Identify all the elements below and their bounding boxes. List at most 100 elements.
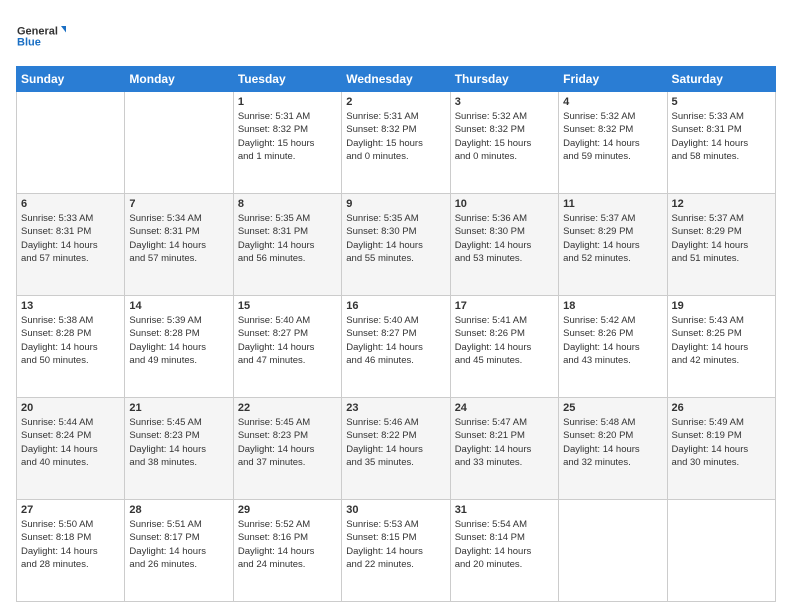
- day-cell-30: 30 Sunrise: 5:53 AM Sunset: 8:15 PM Dayli…: [342, 500, 450, 602]
- page: General Blue SundayMondayTuesdayWednesda…: [0, 0, 792, 612]
- day-info-13: Sunrise: 5:38 AM Sunset: 8:28 PM Dayligh…: [21, 314, 120, 367]
- day-cell-7: 7Sunrise: 5:34 AM Sunset: 8:31 PM Daylig…: [125, 194, 233, 296]
- day-cell-11: 11 Sunrise: 5:37 AM Sunset: 8:29 PM Dayli…: [559, 194, 667, 296]
- day-number-28: 28: [129, 504, 228, 516]
- day-cell-10: 10Sunrise: 5:36 AM Sunset: 8:30 PM Dayli…: [450, 194, 558, 296]
- week-row-2: 6 Sunrise: 5:33 AM Sunset: 8:31 PM Daylig…: [17, 194, 776, 296]
- day-info-9: Sunrise: 5:35 AM Sunset: 8:30 PM Dayligh…: [346, 212, 445, 265]
- day-cell-25: 25 Sunrise: 5:48 AM Sunset: 8:20 PM Dayli…: [559, 398, 667, 500]
- day-info-29: Sunrise: 5:52 AM Sunset: 8:16 PM Dayligh…: [238, 518, 337, 571]
- day-number-15: 15: [238, 300, 337, 312]
- day-cell-3: 3 Sunrise: 5:32 AM Sunset: 8:32 PM Daylig…: [450, 92, 558, 194]
- day-info-5: Sunrise: 5:33 AM Sunset: 8:31 PM Dayligh…: [672, 110, 771, 163]
- day-info-30: Sunrise: 5:53 AM Sunset: 8:15 PM Dayligh…: [346, 518, 445, 571]
- day-cell-15: 15 Sunrise: 5:40 AM Sunset: 8:27 PM Dayli…: [233, 296, 341, 398]
- day-number-25: 25: [563, 402, 662, 414]
- day-cell-29: 29 Sunrise: 5:52 AM Sunset: 8:16 PM Dayli…: [233, 500, 341, 602]
- weekday-header-row: SundayMondayTuesdayWednesdayThursdayFrid…: [17, 67, 776, 92]
- day-cell-23: 23 Sunrise: 5:46 AM Sunset: 8:22 PM Dayli…: [342, 398, 450, 500]
- day-info-20: Sunrise: 5:44 AM Sunset: 8:24 PM Dayligh…: [21, 416, 120, 469]
- empty-cell: [125, 92, 233, 194]
- day-cell-24: 24 Sunrise: 5:47 AM Sunset: 8:21 PM Dayli…: [450, 398, 558, 500]
- day-number-30: 30: [346, 504, 445, 516]
- day-cell-27: 27Sunrise: 5:50 AM Sunset: 8:18 PM Dayli…: [17, 500, 125, 602]
- weekday-wednesday: Wednesday: [342, 67, 450, 92]
- day-info-18: Sunrise: 5:42 AM Sunset: 8:26 PM Dayligh…: [563, 314, 662, 367]
- weekday-friday: Friday: [559, 67, 667, 92]
- day-number-18: 18: [563, 300, 662, 312]
- day-number-22: 22: [238, 402, 337, 414]
- day-info-1: Sunrise: 5:31 AM Sunset: 8:32 PM Dayligh…: [238, 110, 337, 163]
- day-info-4: Sunrise: 5:32 AM Sunset: 8:32 PM Dayligh…: [563, 110, 662, 163]
- day-number-17: 17: [455, 300, 554, 312]
- day-info-15: Sunrise: 5:40 AM Sunset: 8:27 PM Dayligh…: [238, 314, 337, 367]
- day-cell-8: 8Sunrise: 5:35 AM Sunset: 8:31 PM Daylig…: [233, 194, 341, 296]
- day-cell-14: 14 Sunrise: 5:39 AM Sunset: 8:28 PM Dayli…: [125, 296, 233, 398]
- week-row-4: 20 Sunrise: 5:44 AM Sunset: 8:24 PM Dayli…: [17, 398, 776, 500]
- day-info-26: Sunrise: 5:49 AM Sunset: 8:19 PM Dayligh…: [672, 416, 771, 469]
- logo-svg: General Blue: [16, 16, 66, 56]
- day-info-25: Sunrise: 5:48 AM Sunset: 8:20 PM Dayligh…: [563, 416, 662, 469]
- day-cell-17: 17 Sunrise: 5:41 AM Sunset: 8:26 PM Dayli…: [450, 296, 558, 398]
- day-info-12: Sunrise: 5:37 AM Sunset: 8:29 PM Dayligh…: [672, 212, 771, 265]
- day-cell-6: 6 Sunrise: 5:33 AM Sunset: 8:31 PM Daylig…: [17, 194, 125, 296]
- week-row-5: 27Sunrise: 5:50 AM Sunset: 8:18 PM Dayli…: [17, 500, 776, 602]
- day-number-11: 11: [563, 198, 662, 210]
- day-info-17: Sunrise: 5:41 AM Sunset: 8:26 PM Dayligh…: [455, 314, 554, 367]
- day-number-23: 23: [346, 402, 445, 414]
- day-info-3: Sunrise: 5:32 AM Sunset: 8:32 PM Dayligh…: [455, 110, 554, 163]
- empty-cell: [17, 92, 125, 194]
- logo: General Blue: [16, 16, 66, 56]
- day-number-8: 8: [238, 198, 337, 210]
- weekday-monday: Monday: [125, 67, 233, 92]
- day-info-21: Sunrise: 5:45 AM Sunset: 8:23 PM Dayligh…: [129, 416, 228, 469]
- day-info-14: Sunrise: 5:39 AM Sunset: 8:28 PM Dayligh…: [129, 314, 228, 367]
- day-info-7: Sunrise: 5:34 AM Sunset: 8:31 PM Dayligh…: [129, 212, 228, 265]
- day-cell-2: 2Sunrise: 5:31 AM Sunset: 8:32 PM Daylig…: [342, 92, 450, 194]
- day-info-10: Sunrise: 5:36 AM Sunset: 8:30 PM Dayligh…: [455, 212, 554, 265]
- day-info-19: Sunrise: 5:43 AM Sunset: 8:25 PM Dayligh…: [672, 314, 771, 367]
- day-number-21: 21: [129, 402, 228, 414]
- day-cell-18: 18 Sunrise: 5:42 AM Sunset: 8:26 PM Dayli…: [559, 296, 667, 398]
- day-number-2: 2: [346, 96, 445, 108]
- empty-cell: [559, 500, 667, 602]
- day-number-3: 3: [455, 96, 554, 108]
- empty-cell: [667, 500, 775, 602]
- day-info-28: Sunrise: 5:51 AM Sunset: 8:17 PM Dayligh…: [129, 518, 228, 571]
- day-cell-16: 16Sunrise: 5:40 AM Sunset: 8:27 PM Dayli…: [342, 296, 450, 398]
- day-number-5: 5: [672, 96, 771, 108]
- day-number-31: 31: [455, 504, 554, 516]
- svg-text:Blue: Blue: [17, 37, 41, 49]
- day-number-14: 14: [129, 300, 228, 312]
- day-number-6: 6: [21, 198, 120, 210]
- day-cell-1: 1Sunrise: 5:31 AM Sunset: 8:32 PM Daylig…: [233, 92, 341, 194]
- day-cell-22: 22 Sunrise: 5:45 AM Sunset: 8:23 PM Dayli…: [233, 398, 341, 500]
- svg-text:General: General: [17, 26, 58, 38]
- weekday-saturday: Saturday: [667, 67, 775, 92]
- day-info-16: Sunrise: 5:40 AM Sunset: 8:27 PM Dayligh…: [346, 314, 445, 367]
- day-cell-19: 19Sunrise: 5:43 AM Sunset: 8:25 PM Dayli…: [667, 296, 775, 398]
- day-cell-31: 31 Sunrise: 5:54 AM Sunset: 8:14 PM Dayli…: [450, 500, 558, 602]
- day-cell-28: 28 Sunrise: 5:51 AM Sunset: 8:17 PM Dayli…: [125, 500, 233, 602]
- day-info-22: Sunrise: 5:45 AM Sunset: 8:23 PM Dayligh…: [238, 416, 337, 469]
- header: General Blue: [16, 16, 776, 56]
- day-info-23: Sunrise: 5:46 AM Sunset: 8:22 PM Dayligh…: [346, 416, 445, 469]
- day-cell-20: 20 Sunrise: 5:44 AM Sunset: 8:24 PM Dayli…: [17, 398, 125, 500]
- day-info-11: Sunrise: 5:37 AM Sunset: 8:29 PM Dayligh…: [563, 212, 662, 265]
- day-info-6: Sunrise: 5:33 AM Sunset: 8:31 PM Dayligh…: [21, 212, 120, 265]
- weekday-thursday: Thursday: [450, 67, 558, 92]
- weekday-sunday: Sunday: [17, 67, 125, 92]
- day-info-24: Sunrise: 5:47 AM Sunset: 8:21 PM Dayligh…: [455, 416, 554, 469]
- day-number-13: 13: [21, 300, 120, 312]
- day-number-24: 24: [455, 402, 554, 414]
- day-cell-4: 4Sunrise: 5:32 AM Sunset: 8:32 PM Daylig…: [559, 92, 667, 194]
- day-cell-26: 26Sunrise: 5:49 AM Sunset: 8:19 PM Dayli…: [667, 398, 775, 500]
- day-cell-9: 9 Sunrise: 5:35 AM Sunset: 8:30 PM Daylig…: [342, 194, 450, 296]
- day-info-31: Sunrise: 5:54 AM Sunset: 8:14 PM Dayligh…: [455, 518, 554, 571]
- day-number-20: 20: [21, 402, 120, 414]
- day-number-12: 12: [672, 198, 771, 210]
- day-number-29: 29: [238, 504, 337, 516]
- week-row-3: 13 Sunrise: 5:38 AM Sunset: 8:28 PM Dayli…: [17, 296, 776, 398]
- day-number-9: 9: [346, 198, 445, 210]
- weekday-tuesday: Tuesday: [233, 67, 341, 92]
